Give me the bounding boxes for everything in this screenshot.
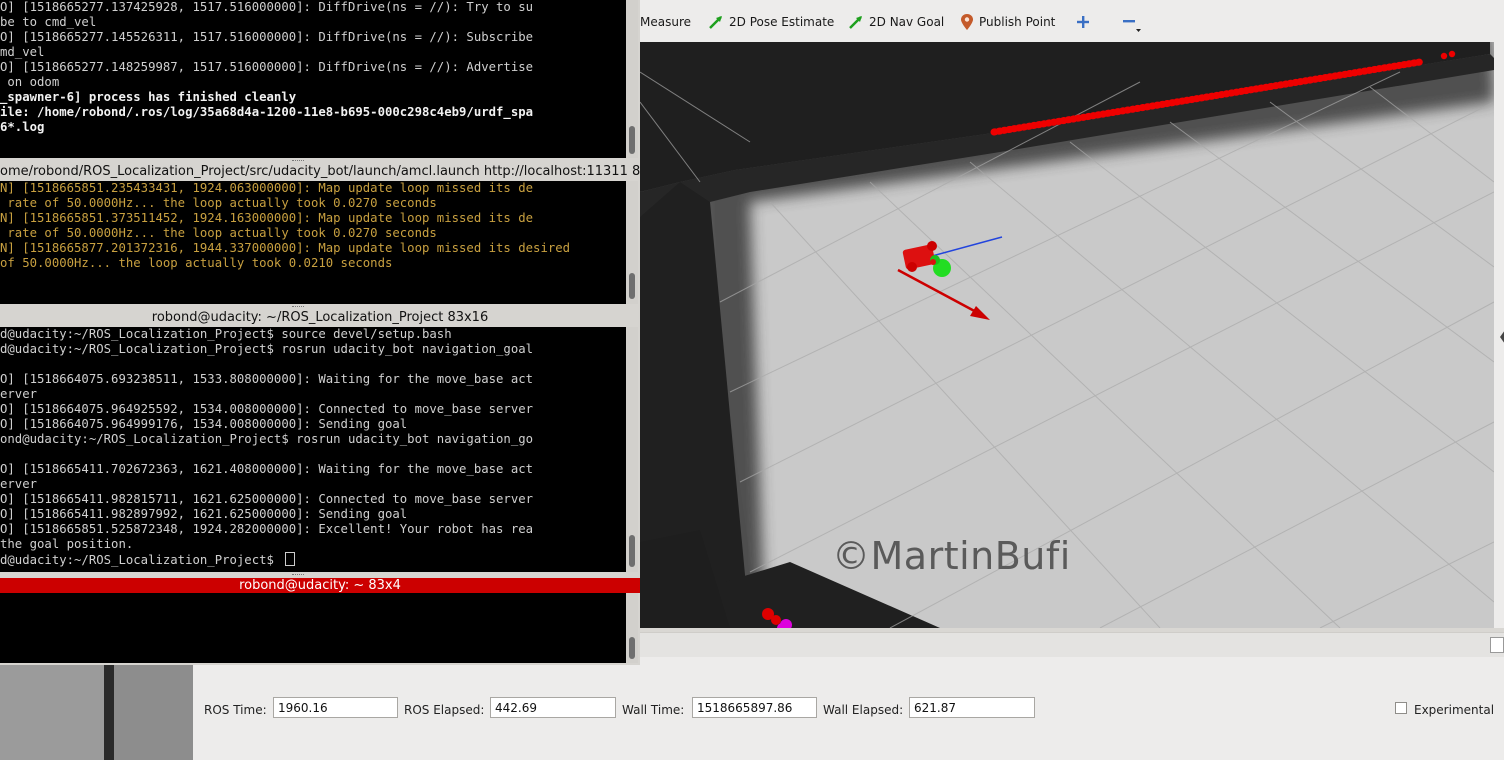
terminal-scrollbar[interactable] <box>626 327 638 572</box>
terminal-line: d@udacity:~/ROS_Localization_Project$ so… <box>0 327 452 341</box>
terminal-line: rate of 50.0000Hz... the loop actually t… <box>0 196 437 210</box>
terminal-pane-gazebo[interactable]: O] [1518665277.137425928, 1517.516000000… <box>0 0 626 158</box>
remove-tool-minus-icon <box>1122 12 1142 32</box>
watermark-text: ©MartinBufi <box>832 534 1071 578</box>
terminal-prompt-line: d@udacity:~/ROS_Localization_Project$ <box>0 552 626 567</box>
wall-time-label: Wall Time: <box>622 703 685 717</box>
terminal-line: O] [1518665411.982897992, 1621.625000000… <box>0 507 408 521</box>
nav-goal-tool-button[interactable]: 2D Nav Goal <box>848 13 944 31</box>
terminal-line: on odom <box>0 75 60 89</box>
desktop-background <box>104 665 114 760</box>
terminal-pane-home[interactable] <box>0 593 626 663</box>
terminal-line: erver <box>0 477 38 491</box>
desktop-background <box>114 665 193 760</box>
toolbar-label-pose-estimate: 2D Pose Estimate <box>729 15 835 29</box>
map-pin-icon <box>960 13 974 31</box>
add-tool-plus-icon <box>1076 15 1090 29</box>
terminal-line: O] [1518665851.525872348, 1924.282000000… <box>0 522 534 536</box>
scrollbar-thumb[interactable] <box>629 126 635 154</box>
terminal-line: O] [1518665277.148259987, 1517.516000000… <box>0 60 534 74</box>
pose-estimate-tool-button[interactable]: 2D Pose Estimate <box>708 13 834 31</box>
terminal-line: of 50.0000Hz... the loop actually took 0… <box>0 256 393 270</box>
terminal-line: O] [1518664075.964999176, 1534.008000000… <box>0 417 408 431</box>
remove-tool-button[interactable] <box>1122 12 1142 32</box>
experimental-checkbox[interactable] <box>1395 702 1407 714</box>
experimental-label: Experimental <box>1414 703 1495 717</box>
terminal-line: N] [1518665851.373511452, 1924.163000000… <box>0 211 534 225</box>
terminal-scrollbar[interactable] <box>626 0 638 158</box>
terminal-output: O] [1518665277.137425928, 1517.516000000… <box>0 0 626 135</box>
status-bar-edge <box>1490 637 1504 653</box>
terminal-line: the goal position. <box>0 537 134 551</box>
terminal-line: O] [1518665411.982815711, 1621.625000000… <box>0 492 534 506</box>
terminal-line: N] [1518665851.235433431, 1924.063000000… <box>0 181 534 195</box>
text-cursor <box>285 552 296 566</box>
ros-elapsed-label: ROS Elapsed: <box>404 703 485 717</box>
terminal-title-amcl: ome/robond/ROS_Localization_Project/src/… <box>0 165 640 179</box>
terminal-title-home: robond@udacity: ~ 83x4 <box>0 578 640 593</box>
ros-time-field[interactable] <box>273 697 398 718</box>
terminal-line: O] [1518665277.137425928, 1517.516000000… <box>0 0 534 14</box>
side-panel-edge[interactable] <box>1494 42 1504 628</box>
rviz-status-bar <box>640 632 1504 657</box>
terminal-line: O] [1518665411.702672363, 1621.408000000… <box>0 462 534 476</box>
terminal-output: N] [1518665851.235433431, 1924.063000000… <box>0 181 626 271</box>
terminal-line: O] [1518664075.964925592, 1534.008000000… <box>0 402 534 416</box>
scrollbar-thumb[interactable] <box>629 637 635 659</box>
terminal-line: be to cmd_vel <box>0 15 97 29</box>
terminal-line: rate of 50.0000Hz... the loop actually t… <box>0 226 437 240</box>
terminal-line: O] [1518665277.145526311, 1517.516000000… <box>0 30 534 44</box>
ros-time-label: ROS Time: <box>204 703 267 717</box>
green-arrow-icon <box>708 14 724 30</box>
green-arrow-icon <box>848 14 864 30</box>
terminal-line: 6*.log <box>0 120 45 134</box>
toolbar-label-measure: Measure <box>640 15 691 29</box>
rviz-toolbar: Measure 2D Pose Estimate 2D Nav Goal Pub… <box>640 0 1504 43</box>
terminal-line: erver <box>0 387 38 401</box>
terminal-line: md_vel <box>0 45 45 59</box>
pane-resize-grip[interactable] <box>292 306 304 310</box>
terminal-line: _spawner-6] process has finished cleanly <box>0 90 297 104</box>
publish-point-tool-button[interactable]: Publish Point <box>960 13 1055 31</box>
terminal-window: O] [1518665277.137425928, 1517.516000000… <box>0 0 640 665</box>
terminal-scrollbar[interactable] <box>626 181 638 304</box>
desktop-background <box>0 665 104 760</box>
terminal-output: d@udacity:~/ROS_Localization_Project$ so… <box>0 327 626 552</box>
toolbar-label-nav-goal: 2D Nav Goal <box>869 15 945 29</box>
wall-elapsed-label: Wall Elapsed: <box>823 703 904 717</box>
measure-tool-button[interactable]: Measure <box>640 13 691 31</box>
collapse-arrow-icon <box>1500 331 1504 343</box>
terminal-prompt: d@udacity:~/ROS_Localization_Project$ <box>0 553 282 567</box>
scrollbar-thumb[interactable] <box>629 535 635 567</box>
wall-elapsed-field[interactable] <box>909 697 1035 718</box>
pane-resize-grip[interactable] <box>292 160 304 164</box>
terminal-scrollbar[interactable] <box>626 593 638 663</box>
scrollbar-thumb[interactable] <box>629 273 635 299</box>
terminal-line: ond@udacity:~/ROS_Localization_Project$ … <box>0 432 534 446</box>
terminal-pane-amcl[interactable]: N] [1518665851.235433431, 1924.063000000… <box>0 181 626 304</box>
terminal-pane-project[interactable]: d@udacity:~/ROS_Localization_Project$ so… <box>0 327 626 572</box>
add-tool-button[interactable] <box>1076 13 1090 31</box>
terminal-line: N] [1518665877.201372316, 1944.337000000… <box>0 241 571 255</box>
toolbar-label-publish-point: Publish Point <box>979 15 1056 29</box>
ros-elapsed-field[interactable] <box>490 697 616 718</box>
wall-time-field[interactable] <box>692 697 817 718</box>
terminal-title-project: robond@udacity: ~/ROS_Localization_Proje… <box>0 311 640 325</box>
time-panel: ROS Time: ROS Elapsed: Wall Time: Wall E… <box>193 668 1504 760</box>
terminal-line: d@udacity:~/ROS_Localization_Project$ ro… <box>0 342 534 356</box>
terminal-line: O] [1518664075.693238511, 1533.808000000… <box>0 372 534 386</box>
terminal-line: ile: /home/robond/.ros/log/35a68d4a-1200… <box>0 105 534 119</box>
